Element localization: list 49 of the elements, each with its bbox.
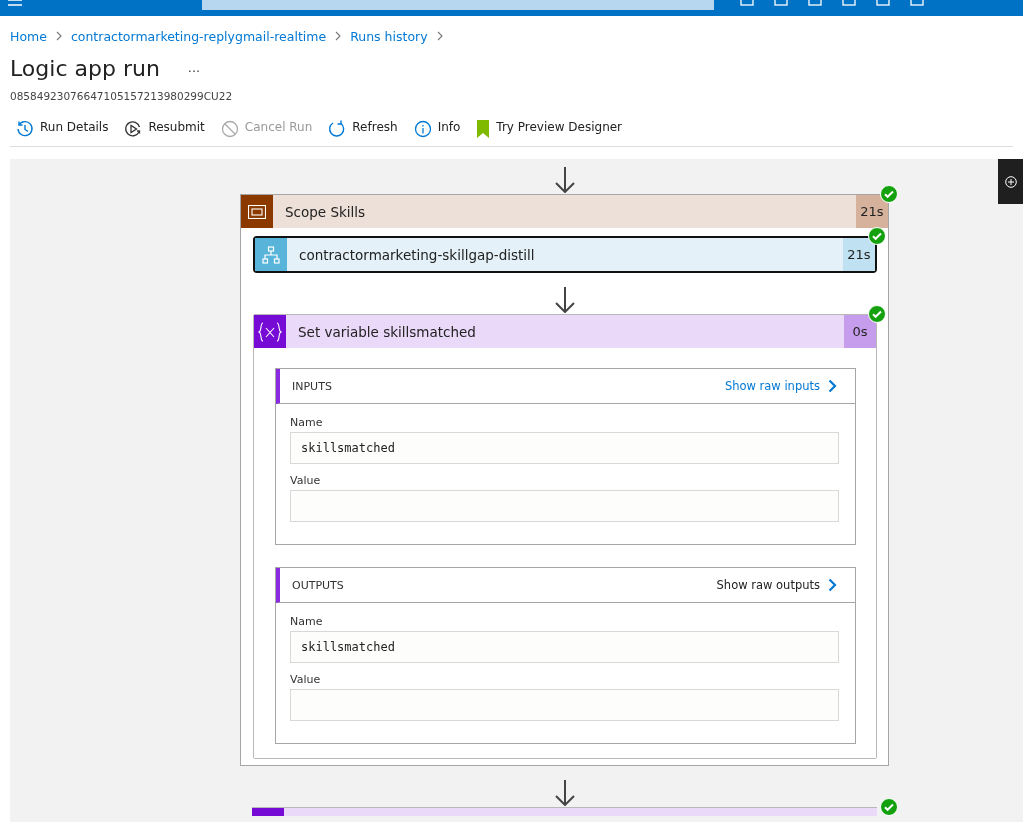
duration-label: 0s bbox=[844, 315, 876, 348]
show-raw-link[interactable]: Show raw outputs bbox=[716, 578, 837, 592]
more-options-button[interactable]: ··· bbox=[187, 64, 201, 79]
toolbar-button[interactable]: Refresh bbox=[328, 120, 398, 140]
action-card[interactable] bbox=[252, 807, 877, 816]
arrow-icon bbox=[553, 780, 576, 806]
refresh-icon bbox=[328, 120, 347, 138]
info-icon bbox=[413, 120, 432, 138]
variable-icon bbox=[258, 321, 282, 342]
toolbar-button[interactable]: Run Details bbox=[16, 120, 109, 140]
bookmark-icon bbox=[476, 120, 491, 138]
chevron-icon bbox=[436, 31, 443, 41]
field-label: Value bbox=[290, 474, 322, 489]
duration-label: 21s bbox=[856, 195, 888, 228]
duration-label: 21s bbox=[843, 238, 875, 271]
action-title: Set variable skillsmatched bbox=[297, 322, 477, 342]
chevron-right-icon bbox=[828, 379, 837, 393]
section-heading: INPUTS bbox=[292, 379, 332, 393]
value-field: skillsmatched bbox=[290, 631, 839, 663]
run-id: 08584923076647105157213980299CU22 bbox=[9, 89, 234, 104]
scope-title[interactable]: Scope Skills bbox=[273, 195, 856, 228]
hierarchy-icon bbox=[262, 245, 280, 264]
chevron-right-icon bbox=[828, 578, 837, 592]
action-card[interactable]: Set variable skillsmatched 0s INPUTS Show raw inputs Name skillsmatched Value OUTPUTS Show raw outputs Name skillsmatched Value bbox=[253, 314, 877, 759]
arrow-icon bbox=[553, 167, 576, 193]
toolbar-button[interactable]: Try Preview Designer bbox=[476, 120, 623, 140]
breadcrumb-link[interactable]: Home bbox=[10, 28, 47, 44]
cancel-icon bbox=[220, 120, 239, 138]
history-icon bbox=[16, 120, 34, 138]
scope-icon bbox=[248, 204, 266, 219]
breadcrumb-link[interactable]: contractormarketing-replygmail-realtime bbox=[70, 28, 327, 44]
toolbar-button[interactable]: Resubmit bbox=[124, 120, 205, 140]
play-circle-icon bbox=[124, 120, 143, 138]
toolbar-button[interactable]: Info bbox=[413, 120, 461, 140]
show-raw-link[interactable]: Show raw inputs bbox=[724, 379, 837, 393]
arrow-icon bbox=[554, 287, 576, 313]
value-field: skillsmatched bbox=[290, 432, 839, 464]
chevron-icon bbox=[335, 31, 342, 41]
field-label: Name bbox=[290, 416, 324, 431]
field-label: Name bbox=[290, 615, 324, 630]
section-heading: OUTPUTS bbox=[292, 578, 344, 592]
field-label: Value bbox=[290, 673, 322, 688]
breadcrumb-link[interactable]: Runs history bbox=[350, 28, 428, 44]
side-panel[interactable] bbox=[998, 159, 1023, 204]
action-title: contractormarketing-skillgap-distill bbox=[298, 245, 536, 265]
add-icon[interactable] bbox=[1004, 175, 1017, 188]
chevron-icon bbox=[55, 31, 62, 41]
action-card[interactable]: contractormarketing-skillgap-distill 21s bbox=[253, 236, 877, 273]
page-title: Logic app run bbox=[10, 56, 160, 81]
